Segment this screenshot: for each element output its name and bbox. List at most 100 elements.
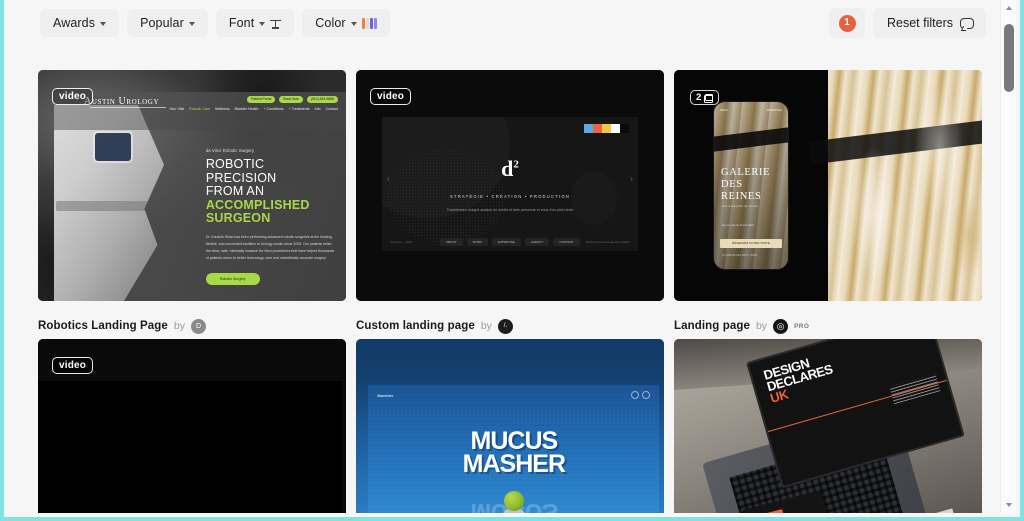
site-nav: Your Visit Robotic Care Wellness Bladder… [169,107,338,111]
avatar[interactable]: /. [497,318,513,334]
site-cta-button: RÉSERVEZ VOTRE VISITE [719,238,783,248]
site-hero-title: GALERIE DES REINES [721,167,770,202]
site-nav-item: Contact [325,107,338,111]
site-pill: (512) 694-8888 [306,96,338,103]
site-nav: MENU RÉSERVER [720,108,782,112]
site-subtext: Transformez chaque audace en média et fa… [446,208,574,213]
project-card: MENU RÉSERVER GALERIE DES REINES Une exp… [674,70,982,339]
project-title[interactable]: Landing page [674,320,750,332]
robot-arm-image [54,104,165,301]
filter-popular[interactable]: Popular [127,9,208,37]
color-swatch-icon [361,17,377,29]
site-menu-item: ABOUT [440,238,463,247]
avatar[interactable]: ◎ [773,318,789,334]
avatar-initial: /. [503,323,508,329]
filter-font[interactable]: Font [215,9,295,37]
speech-bubble-icon [960,17,974,29]
reset-filters-button[interactable]: Reset filters [873,8,986,38]
chevron-down-icon [350,21,357,26]
site-logo-letter: d [501,155,514,181]
site-pill: Book Now [279,96,303,103]
hero-headline-line-2: FROM AN [205,184,265,199]
hero-cta-button: Robotic Surgery [205,272,260,285]
site-footer-left: d2 studio — 2024 [390,240,413,245]
project-meta: Landing page by ◎ PRO [674,301,982,339]
site-nav-item: Bladder Health [234,107,259,111]
site-nav-item: Your Visit [169,107,185,111]
page-content: Awards Popular Font Color 1 Reset filter… [4,0,1006,513]
site-nav-left: MENU [720,108,729,113]
image-count-value: 2 [696,92,702,103]
scroll-down-arrow-icon [1006,503,1012,507]
embedded-mobile-preview: MENU RÉSERVER GALERIE DES REINES Une exp… [714,102,788,269]
site-menu-item: CONTACT [553,238,580,247]
hero-title-line-2: MASHER [462,449,566,478]
filter-font-label: Font [228,16,255,30]
site-nav-item: + Treatments [288,107,310,111]
left-arrow-icon: ‹ [387,176,390,184]
hero-headline-line-4: SURGEON [205,211,271,226]
right-arrow-icon: › [630,176,633,184]
browser-viewport: Awards Popular Font Color 1 Reset filter… [0,0,1024,521]
filter-color[interactable]: Color [302,9,390,37]
site-logo-superscript: 2 [513,158,519,171]
globe-icon [631,391,640,400]
avatar-initial: D [195,322,202,330]
chevron-down-icon [100,21,107,26]
filter-color-label: Color [315,16,346,30]
image-count-badge: 2 [690,90,720,105]
filter-awards[interactable]: Awards [40,9,120,37]
site-subtitle: Une exposition de cristal [722,205,758,209]
scroll-up-arrow-icon [1006,6,1012,10]
project-title[interactable]: Custom landing page [356,320,475,332]
screen-headline: DESIGN DECLARES UK [762,352,837,406]
site-nav-item-active: Robotic Care [189,107,211,111]
project-card: DESIGN DECLARES UK [674,339,982,513]
site-pill: Patient Portal [246,96,276,103]
scroll-up-button[interactable] [1001,0,1017,16]
site-menu-item: WORK [466,238,488,247]
chevron-down-icon [259,21,266,26]
active-filter-count-badge: 1 [838,14,856,32]
color-swatch-row [583,124,629,134]
site-hero-title: MUCUS MASHER [368,428,659,478]
filter-popular-label: Popular [140,16,184,30]
active-filter-count-button[interactable]: 1 [829,8,865,38]
project-thumbnail-mucus-masher[interactable]: Mucinex MUCUS MASHER MASHER MUCUS [356,339,664,513]
project-thumbnail-black-video[interactable]: video [38,339,346,513]
site-nav-item: Wellness [215,107,230,111]
mascot-head [503,490,524,511]
site-menu-item: EXPERTISE [491,238,521,247]
site-hero-copy: da Vinci Robotic Surgery ROBOTIC PRECISI… [205,148,334,285]
hero-kicker: da Vinci Robotic Surgery [205,148,255,154]
filter-awards-label: Awards [53,16,96,30]
project-grid: Austin Urology Patient Portal Book Now (… [38,70,982,513]
avatar-initial: ◎ [776,320,785,331]
avatar[interactable]: D [190,318,206,334]
project-card: d2 STRATÉGIE • CRÉATION • PRODUCTION Tra… [356,70,664,339]
site-footer-address: 12 AVENUE DES ARTS, PARIS [722,253,758,257]
scroll-down-button[interactable] [1001,497,1017,513]
project-thumbnail-robotics[interactable]: Austin Urology Patient Portal Book Now (… [38,70,346,301]
project-card: video [38,339,346,513]
project-by-label: by [173,320,185,332]
site-date-meta: Du 12 mars au 30 juin 2024 [722,223,754,227]
project-thumbnail-galerie[interactable]: MENU RÉSERVER GALERIE DES REINES Une exp… [674,70,982,301]
image-stack-icon [704,93,714,103]
project-title[interactable]: Robotics Landing Page [38,320,168,332]
project-thumbnail-custom-landing[interactable]: d2 STRATÉGIE • CRÉATION • PRODUCTION Tra… [356,70,664,301]
site-logo: Austin Urology [84,96,160,107]
laptop-screen: DESIGN DECLARES UK [746,339,965,489]
scrollbar-thumb[interactable] [1004,24,1014,92]
site-tagline: STRATÉGIE • CRÉATION • PRODUCTION [449,193,571,199]
video-badge: video [52,357,94,374]
project-by-label: by [480,320,492,332]
vertical-scrollbar[interactable] [1000,0,1016,513]
embedded-site-preview: Mucinex MUCUS MASHER MASHER MUCUS [368,385,660,513]
filter-toolbar: Awards Popular Font Color 1 Reset filter… [4,0,1006,46]
screen-text-blocks [888,373,941,405]
site-logo: d2 [382,155,638,181]
crystal-glassware-photo [828,70,982,301]
font-icon [270,18,282,29]
project-thumbnail-design-declares[interactable]: DESIGN DECLARES UK [674,339,982,513]
